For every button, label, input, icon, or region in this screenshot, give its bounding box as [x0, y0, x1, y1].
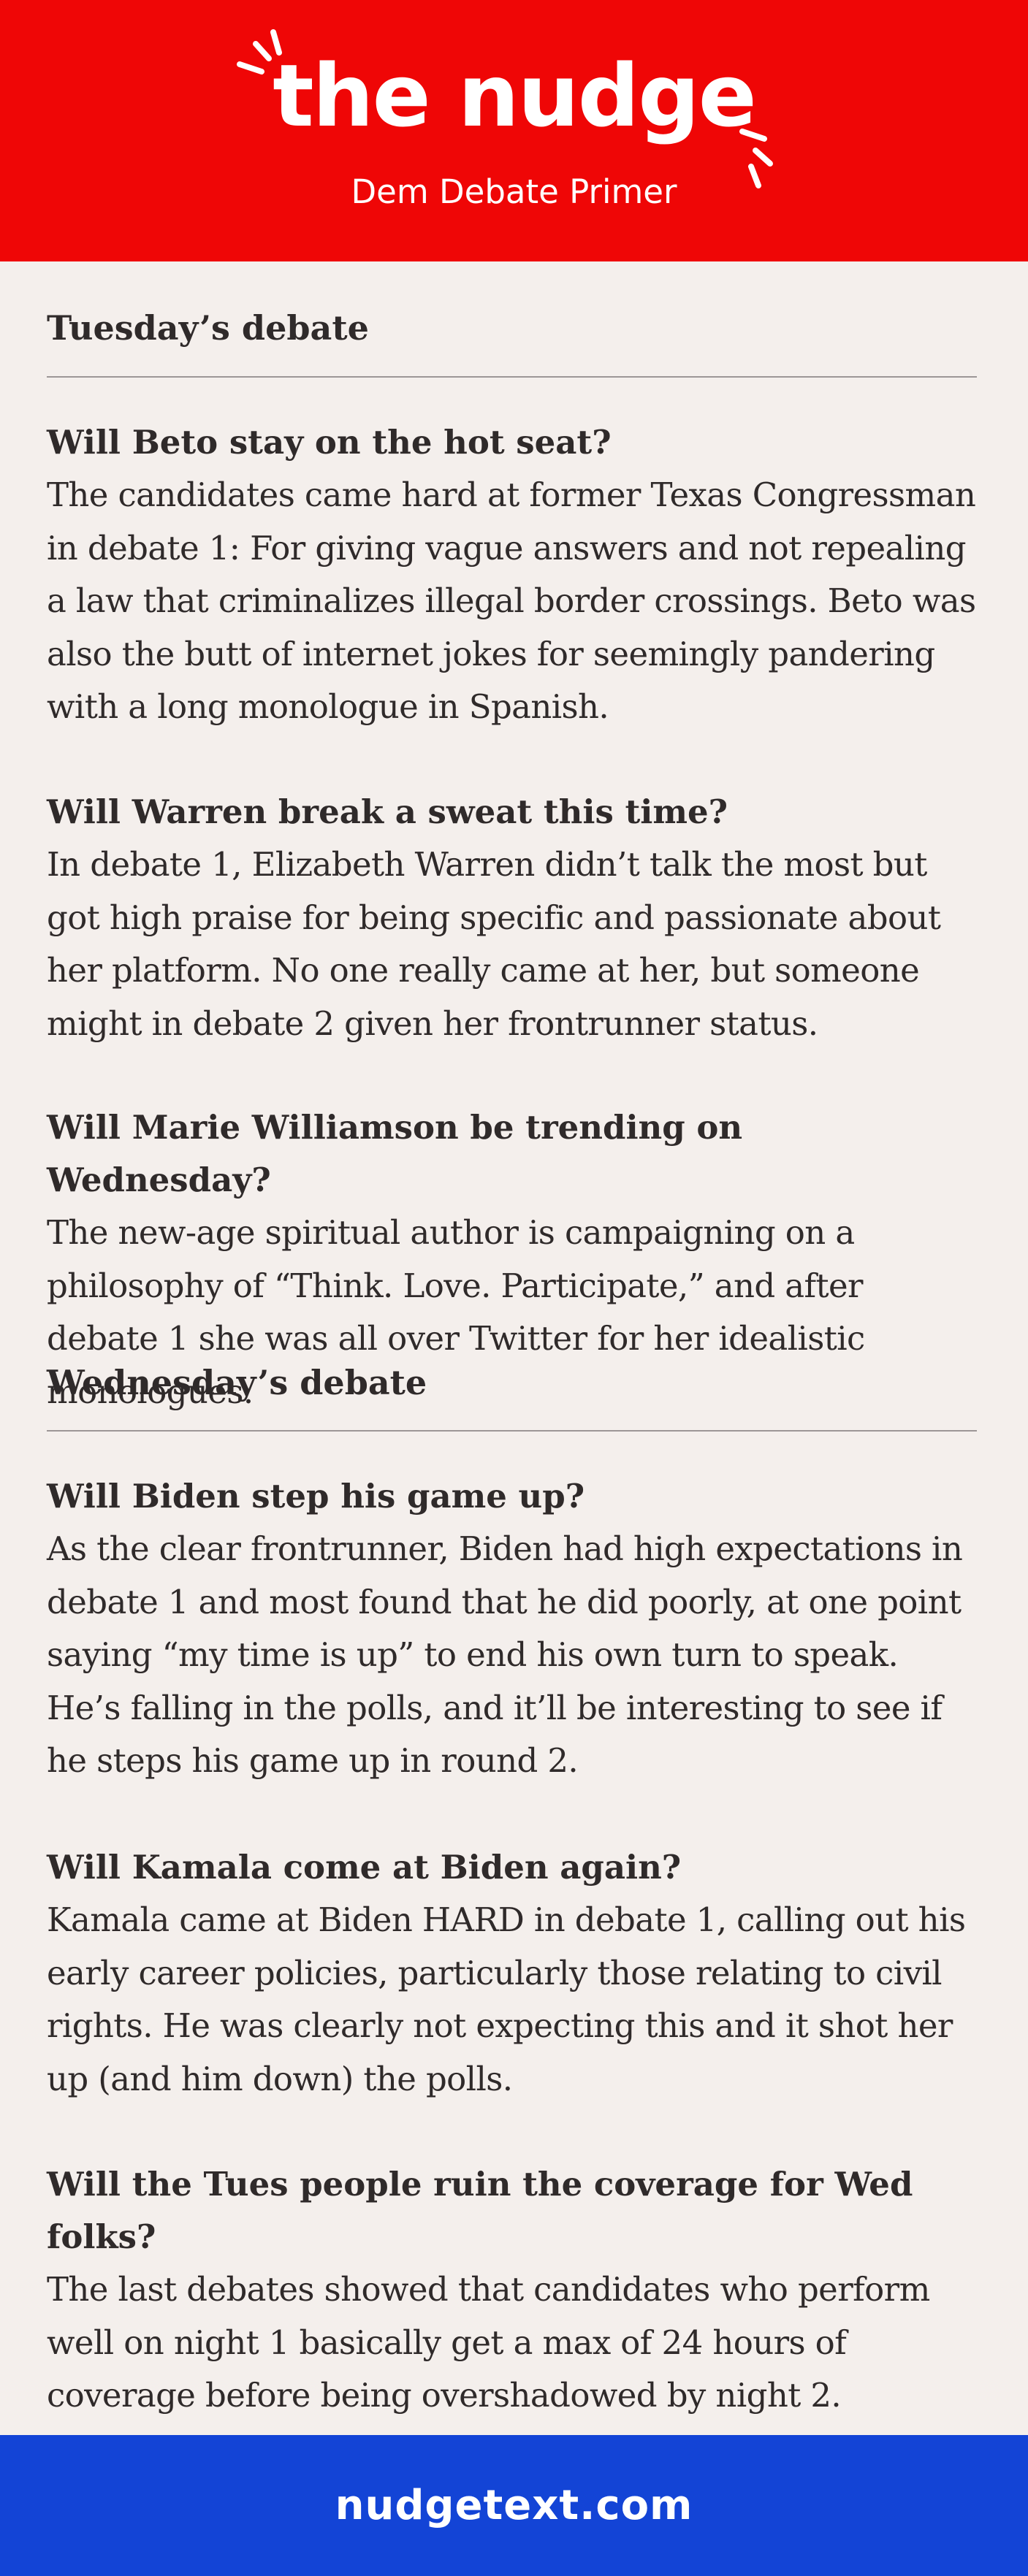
question-block: Will Warren break a sweat this time? In …: [47, 786, 977, 1050]
section-title-tuesday: Tuesday’s debate: [47, 308, 369, 348]
question-title: Will Warren break a sweat this time?: [47, 792, 728, 831]
brand-logo: the nudge: [273, 45, 757, 146]
question-block: Will Biden step his game up? As the clea…: [47, 1470, 977, 1788]
section-title-wednesday: Wednesday’s debate: [47, 1363, 427, 1402]
question-body: Kamala came at Biden HARD in debate 1, c…: [47, 1900, 966, 2098]
section-divider: [47, 1430, 977, 1432]
question-body: In debate 1, Elizabeth Warren didn’t tal…: [47, 845, 941, 1043]
question-body: As the clear frontrunner, Biden had high…: [47, 1529, 963, 1780]
question-title: Will Beto stay on the hot seat?: [47, 423, 612, 462]
question-block: Will Kamala come at Biden again? Kamala …: [47, 1841, 977, 2106]
question-title: Will Marie Williamson be trending on Wed…: [47, 1108, 743, 1199]
header-banner: the nudge Dem Debate Primer: [0, 0, 1028, 261]
header-subtitle: Dem Debate Primer: [351, 172, 677, 211]
section-divider: [47, 376, 977, 378]
question-body: The candidates came hard at former Texas…: [47, 475, 976, 726]
question-title: Will the Tues people ruin the coverage f…: [47, 2165, 913, 2256]
question-title: Will Kamala come at Biden again?: [47, 1848, 682, 1887]
question-block: Will Beto stay on the hot seat? The cand…: [47, 416, 977, 734]
question-block: Will the Tues people ruin the coverage f…: [47, 2158, 977, 2423]
question-body: The last debates showed that candidates …: [47, 2270, 930, 2415]
footer-website-link[interactable]: nudgetext.com: [0, 2435, 1028, 2576]
question-title: Will Biden step his game up?: [47, 1477, 585, 1516]
